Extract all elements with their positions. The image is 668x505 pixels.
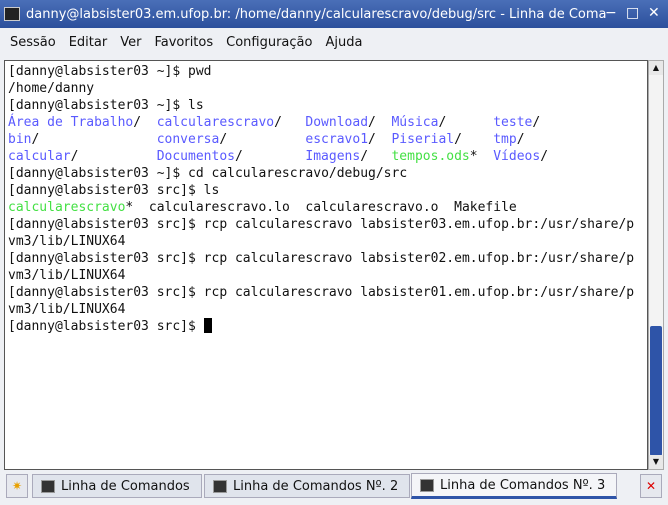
close-session-button[interactable]: ✕ bbox=[640, 474, 662, 498]
menu-sessao[interactable]: Sessão bbox=[10, 35, 56, 50]
ls-entry: Área de Trabalho/ bbox=[8, 114, 157, 131]
scrollbar-thumb[interactable] bbox=[650, 326, 662, 456]
terminal-icon bbox=[213, 479, 227, 493]
text-cursor bbox=[203, 318, 212, 333]
ls-entry-name: calcular bbox=[8, 149, 71, 164]
terminal-line: [danny@labsister03 ~]$ cd calcularescrav… bbox=[8, 166, 408, 181]
terminal-line: [danny@labsister03 src]$ rcp calcularesc… bbox=[8, 285, 635, 300]
terminal-line: vm3/lib/LINUX64 bbox=[8, 302, 126, 317]
menu-ver[interactable]: Ver bbox=[120, 35, 141, 50]
tab-2[interactable]: Linha de Comandos Nº. 2 bbox=[204, 474, 410, 498]
ls-entry: conversa/ bbox=[157, 131, 306, 148]
ls-entry: Documentos/ bbox=[157, 148, 306, 165]
prompt-line: [danny@labsister03 src]$ bbox=[8, 318, 647, 335]
maximize-button[interactable]: □ bbox=[626, 5, 639, 21]
ls-entry: Download/ bbox=[305, 114, 391, 131]
terminal-line: [danny@labsister03 ~]$ ls bbox=[8, 98, 204, 113]
ls-entry-suffix: / bbox=[454, 132, 462, 147]
ls-entry-name: tmp bbox=[493, 132, 517, 147]
ls-entry: teste/ bbox=[493, 114, 540, 131]
tab-label: Linha de Comandos Nº. 3 bbox=[440, 477, 606, 493]
tab-1[interactable]: Linha de Comandos bbox=[32, 474, 202, 498]
ls-entry-name: tempos.ods bbox=[391, 149, 470, 164]
ls-entry-suffix: / bbox=[516, 132, 525, 147]
terminal-icon bbox=[420, 478, 434, 492]
ls-entry-name: bin bbox=[8, 132, 32, 147]
close-button[interactable]: ✕ bbox=[648, 5, 660, 21]
ls-entry-suffix: / bbox=[360, 149, 369, 164]
ls-entry-name: calcularescravo bbox=[156, 115, 275, 130]
menu-favoritos[interactable]: Favoritos bbox=[154, 35, 213, 50]
ls-entry-name: escravo1 bbox=[305, 132, 369, 147]
ls-entry-name: Download bbox=[305, 115, 369, 130]
ls-entry-suffix: / bbox=[70, 149, 79, 164]
ls-entry-suffix: / bbox=[368, 115, 376, 130]
ls-entry-suffix: / bbox=[219, 132, 228, 147]
terminal-line: vm3/lib/LINUX64 bbox=[8, 268, 126, 283]
ls-entry-suffix: / bbox=[274, 115, 282, 130]
ls-entry: escravo1/ bbox=[305, 131, 391, 148]
menu-bar: Sessão Editar Ver Favoritos Configuração… bbox=[0, 28, 668, 56]
new-tab-icon: ✷ bbox=[11, 479, 23, 493]
terminal-line: [danny@labsister03 ~]$ pwd bbox=[8, 64, 212, 79]
terminal-icon bbox=[4, 7, 20, 21]
ls-entry: Música/ bbox=[391, 114, 493, 131]
ls-entry-suffix: * bbox=[469, 149, 478, 164]
ls-row: Área de Trabalho/calcularescravo/Downloa… bbox=[8, 114, 647, 131]
menu-editar[interactable]: Editar bbox=[69, 35, 108, 50]
title-bar: danny@labsister03.em.ufop.br: /home/dann… bbox=[0, 0, 668, 28]
window-title: danny@labsister03.em.ufop.br: /home/dann… bbox=[26, 6, 607, 22]
ls-entry-suffix: / bbox=[532, 115, 541, 130]
ls-entry-suffix: / bbox=[31, 132, 40, 147]
close-tab-icon: ✕ bbox=[645, 479, 657, 493]
scroll-up-icon[interactable]: ▲ bbox=[649, 61, 663, 75]
ls-entry-suffix: / bbox=[540, 149, 549, 164]
terminal-line: [danny@labsister03 src]$ rcp calcularesc… bbox=[8, 217, 635, 232]
ls-entry: Piserial/ bbox=[391, 131, 493, 148]
menu-ajuda[interactable]: Ajuda bbox=[325, 35, 362, 50]
ls-row: bin/conversa/escravo1/Piserial/tmp/ bbox=[8, 131, 647, 148]
ls-entry-suffix: / bbox=[368, 132, 376, 147]
ls-entry: calcular/ bbox=[8, 148, 157, 165]
ls-entry: tmp/ bbox=[493, 131, 524, 148]
ls-entry: Imagens/ bbox=[305, 148, 391, 165]
ls-entry-name: Música bbox=[391, 115, 439, 130]
file-list: calcularescravo.lo calcularescravo.o Mak… bbox=[133, 200, 517, 215]
terminal-line: vm3/lib/LINUX64 bbox=[8, 234, 126, 249]
minimize-button[interactable]: − bbox=[605, 5, 617, 21]
ls-entry-name: Imagens bbox=[305, 149, 361, 164]
terminal-icon bbox=[41, 479, 55, 493]
ls-entry: calcularescravo/ bbox=[157, 114, 306, 131]
terminal-line: calcularescravo* calcularescravo.lo calc… bbox=[8, 199, 647, 216]
ls-entry-name: Vídeos bbox=[493, 149, 541, 164]
executable-entry: calcularescravo bbox=[8, 200, 126, 215]
ls-row: calcular/Documentos/Imagens/tempos.ods* V… bbox=[8, 148, 647, 165]
tab-bar: ✷ Linha de Comandos Linha de Comandos Nº… bbox=[0, 472, 668, 505]
ls-entry-name: teste bbox=[493, 115, 533, 130]
terminal-line: [danny@labsister03 src]$ rcp calcularesc… bbox=[8, 251, 635, 266]
ls-entry-name: Piserial bbox=[391, 132, 455, 147]
scroll-down-icon[interactable]: ▼ bbox=[649, 455, 663, 469]
ls-entry: Vídeos/ bbox=[493, 148, 548, 165]
ls-entry-suffix: / bbox=[133, 115, 142, 130]
ls-entry-name: conversa bbox=[156, 132, 220, 147]
ls-entry: bin/ bbox=[8, 131, 157, 148]
tab-3[interactable]: Linha de Comandos Nº. 3 bbox=[411, 473, 617, 499]
ls-entry-suffix: / bbox=[438, 115, 447, 130]
terminal-line: /home/danny bbox=[8, 81, 95, 96]
menu-configuracao[interactable]: Configuração bbox=[226, 35, 312, 50]
tab-label: Linha de Comandos Nº. 2 bbox=[233, 478, 399, 494]
ls-entry-name: Área de Trabalho bbox=[8, 115, 134, 130]
terminal-output[interactable]: [danny@labsister03 ~]$ pwd /home/danny [… bbox=[4, 60, 648, 470]
ls-entry-name: Documentos bbox=[156, 149, 235, 164]
new-session-button[interactable]: ✷ bbox=[6, 474, 28, 498]
prompt: [danny@labsister03 src]$ bbox=[8, 319, 204, 334]
terminal-line: [danny@labsister03 src]$ ls bbox=[8, 183, 220, 198]
ls-entry: tempos.ods* bbox=[391, 148, 493, 165]
scrollbar[interactable]: ▲ ▼ bbox=[648, 60, 664, 470]
ls-entry-suffix: / bbox=[234, 149, 243, 164]
tab-label: Linha de Comandos bbox=[61, 478, 190, 494]
